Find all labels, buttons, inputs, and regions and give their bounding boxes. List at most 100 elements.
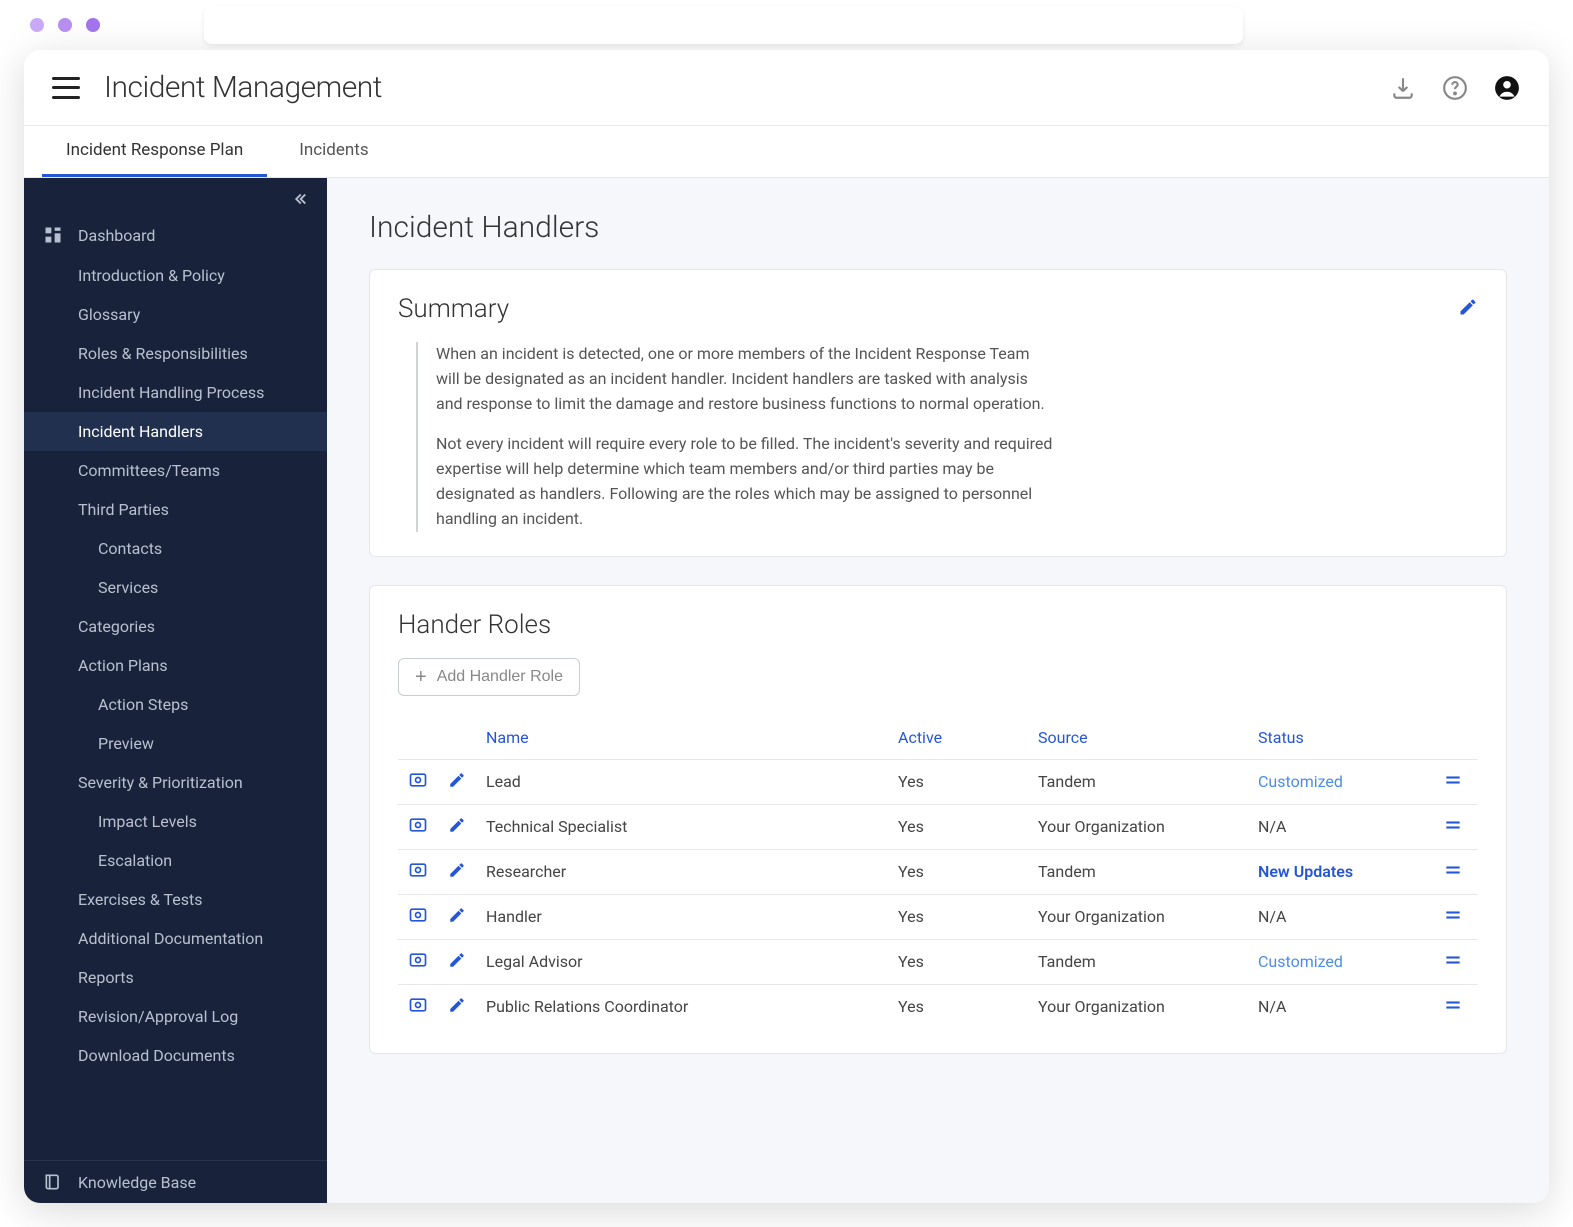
role-active: Yes xyxy=(888,894,1028,939)
user-icon[interactable] xyxy=(1493,74,1521,102)
sidebar-item-incident-handling-process[interactable]: Incident Handling Process xyxy=(24,373,327,412)
plus-icon: + xyxy=(415,667,427,687)
browser-chrome xyxy=(0,0,1573,50)
role-active: Yes xyxy=(888,939,1028,984)
view-icon[interactable] xyxy=(408,910,428,929)
table-header-status[interactable]: Status xyxy=(1248,716,1428,760)
sidebar-item-label: Third Parties xyxy=(78,500,169,519)
role-status[interactable]: Customized xyxy=(1258,952,1343,971)
table-header-blank xyxy=(398,716,438,760)
sidebar-item-glossary[interactable]: Glossary xyxy=(24,295,327,334)
view-icon[interactable] xyxy=(408,775,428,794)
collapse-sidebar-icon[interactable] xyxy=(24,178,327,214)
sidebar-item-label: Incident Handling Process xyxy=(78,383,264,402)
sidebar-item-third-parties[interactable]: Third Parties xyxy=(24,490,327,529)
table-header-name[interactable]: Name xyxy=(476,716,888,760)
handler-roles-title: Hander Roles xyxy=(398,610,551,640)
table-header-source[interactable]: Source xyxy=(1028,716,1248,760)
edit-summary-icon[interactable] xyxy=(1458,297,1478,321)
role-status[interactable]: Customized xyxy=(1258,772,1343,791)
sidebar-item-introduction-policy[interactable]: Introduction & Policy xyxy=(24,256,327,295)
sidebar-item-label: Action Steps xyxy=(98,695,188,714)
sidebar-item-roles-responsibilities[interactable]: Roles & Responsibilities xyxy=(24,334,327,373)
sidebar-item-exercises-tests[interactable]: Exercises & Tests xyxy=(24,880,327,919)
view-icon[interactable] xyxy=(408,955,428,974)
table-row: Legal AdvisorYesTandemCustomized xyxy=(398,939,1478,984)
summary-paragraph: When an incident is detected, one or mor… xyxy=(436,342,1056,416)
sidebar-item-download-documents[interactable]: Download Documents xyxy=(24,1036,327,1075)
role-active: Yes xyxy=(888,984,1028,1029)
sidebar-item-additional-documentation[interactable]: Additional Documentation xyxy=(24,919,327,958)
summary-paragraph: Not every incident will require every ro… xyxy=(436,432,1056,531)
edit-icon[interactable] xyxy=(448,774,466,793)
sidebar-item-label: Exercises & Tests xyxy=(78,890,202,909)
menu-button[interactable] xyxy=(52,77,80,99)
edit-icon[interactable] xyxy=(448,819,466,838)
drag-handle-icon[interactable] xyxy=(1443,955,1463,974)
role-active: Yes xyxy=(888,849,1028,894)
sidebar-item-preview[interactable]: Preview xyxy=(24,724,327,763)
handler-roles-table: Name Active Source Status LeadYesTandemC… xyxy=(398,716,1478,1029)
role-name: Handler xyxy=(476,894,888,939)
drag-handle-icon[interactable] xyxy=(1443,865,1463,884)
sidebar-item-services[interactable]: Services xyxy=(24,568,327,607)
sidebar-item-dashboard[interactable]: Dashboard xyxy=(24,214,327,256)
summary-card: Summary When an incident is detected, on… xyxy=(369,269,1507,557)
sidebar-item-label: Categories xyxy=(78,617,155,636)
sidebar-item-label: Knowledge Base xyxy=(78,1173,196,1192)
view-icon[interactable] xyxy=(408,820,428,839)
sidebar-item-label: Introduction & Policy xyxy=(78,266,225,285)
sidebar-item-reports[interactable]: Reports xyxy=(24,958,327,997)
edit-icon[interactable] xyxy=(448,999,466,1018)
download-icon[interactable] xyxy=(1389,74,1417,102)
app-header: Incident Management xyxy=(24,50,1549,126)
sidebar-item-categories[interactable]: Categories xyxy=(24,607,327,646)
table-row: Public Relations CoordinatorYesYour Orga… xyxy=(398,984,1478,1029)
help-icon[interactable] xyxy=(1441,74,1469,102)
sidebar-item-incident-handlers[interactable]: Incident Handlers xyxy=(24,412,327,451)
handler-roles-card: Hander Roles + Add Handler Role Name xyxy=(369,585,1507,1054)
sidebar-item-contacts[interactable]: Contacts xyxy=(24,529,327,568)
sidebar-item-knowledge-base[interactable]: Knowledge Base xyxy=(24,1161,327,1203)
sidebar-item-label: Escalation xyxy=(98,851,172,870)
window-dot xyxy=(30,18,44,32)
view-icon[interactable] xyxy=(408,1000,428,1019)
sidebar-item-action-steps[interactable]: Action Steps xyxy=(24,685,327,724)
sidebar-item-label: Glossary xyxy=(78,305,140,324)
role-source: Tandem xyxy=(1028,759,1248,804)
edit-icon[interactable] xyxy=(448,864,466,883)
table-row: ResearcherYesTandemNew Updates xyxy=(398,849,1478,894)
add-handler-role-button[interactable]: + Add Handler Role xyxy=(398,658,580,696)
view-icon[interactable] xyxy=(408,865,428,884)
sidebar-item-label: Severity & Prioritization xyxy=(78,773,243,792)
sidebar-item-impact-levels[interactable]: Impact Levels xyxy=(24,802,327,841)
add-button-label: Add Handler Role xyxy=(437,668,563,686)
tab-incidents[interactable]: Incidents xyxy=(275,126,392,177)
table-header-active[interactable]: Active xyxy=(888,716,1028,760)
role-name: Researcher xyxy=(476,849,888,894)
window-dot xyxy=(58,18,72,32)
role-name: Technical Specialist xyxy=(476,804,888,849)
drag-handle-icon[interactable] xyxy=(1443,820,1463,839)
sidebar-item-label: Preview xyxy=(98,734,154,753)
sidebar-item-severity-prioritization[interactable]: Severity & Prioritization xyxy=(24,763,327,802)
table-row: Technical SpecialistYesYour Organization… xyxy=(398,804,1478,849)
tab-incident-response-plan[interactable]: Incident Response Plan xyxy=(42,126,267,177)
sidebar-item-revision-approval-log[interactable]: Revision/Approval Log xyxy=(24,997,327,1036)
table-header-blank xyxy=(438,716,476,760)
dashboard-icon xyxy=(42,224,64,246)
sidebar-item-committees-teams[interactable]: Committees/Teams xyxy=(24,451,327,490)
role-status[interactable]: New Updates xyxy=(1258,862,1353,881)
summary-title: Summary xyxy=(398,294,509,324)
edit-icon[interactable] xyxy=(448,954,466,973)
sidebar-item-escalation[interactable]: Escalation xyxy=(24,841,327,880)
drag-handle-icon[interactable] xyxy=(1443,1000,1463,1019)
edit-icon[interactable] xyxy=(448,909,466,928)
sidebar-item-label: Incident Handlers xyxy=(78,422,203,441)
sidebar-item-action-plans[interactable]: Action Plans xyxy=(24,646,327,685)
drag-handle-icon[interactable] xyxy=(1443,910,1463,929)
drag-handle-icon[interactable] xyxy=(1443,775,1463,794)
role-source: Your Organization xyxy=(1028,894,1248,939)
url-bar[interactable] xyxy=(204,6,1243,44)
tabs: Incident Response Plan Incidents xyxy=(24,126,1549,178)
